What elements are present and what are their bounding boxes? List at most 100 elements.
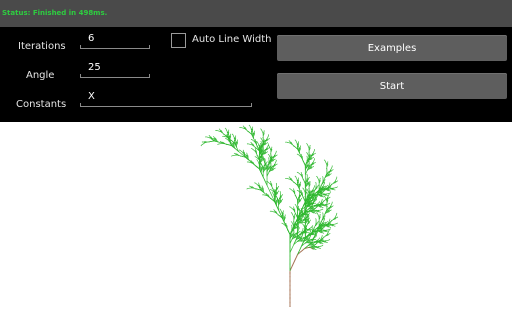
plant-branch-segment [254, 165, 255, 166]
plant-branch-segment [312, 243, 313, 244]
plant-branch-segment [221, 142, 222, 143]
angle-input[interactable]: 25 [80, 60, 150, 78]
plant-branch-segment [239, 151, 240, 152]
plant-branch-segment [303, 244, 304, 245]
plant-branch-segment [299, 235, 300, 236]
angle-label: Angle [26, 70, 54, 81]
plant-branch-segment [252, 140, 253, 141]
plant-branch-segment [275, 156, 276, 157]
plant-trunk-segment [299, 252, 300, 253]
plant-branch-segment [328, 235, 329, 236]
status-text: Status: Finished in 498ms. [2, 9, 107, 17]
plant-branch-segment [242, 154, 243, 155]
plant-branch-segment [307, 246, 308, 247]
plant-branch-segment [247, 130, 248, 131]
plant-branch-segment [322, 239, 323, 240]
plant-branch-segment [267, 152, 268, 153]
auto-line-width-checkbox[interactable] [171, 33, 186, 48]
plant-branch-segment [331, 221, 332, 222]
plant-branch-segment [262, 159, 263, 160]
plant-branch-segment [326, 231, 327, 232]
plant-branch-segment [267, 182, 268, 183]
plant-branch-segment [325, 236, 326, 237]
plant-branch-segment [328, 211, 329, 212]
plant-branch-segment [275, 165, 276, 166]
plant-branch-segment [243, 155, 244, 156]
plant-branch-segment [329, 211, 330, 212]
plant-branch-segment [323, 237, 324, 238]
plant-branch-segment [308, 240, 309, 241]
plant-branch-segment [299, 231, 300, 232]
plant-branch-segment [203, 143, 204, 144]
plant-trunk-segment [303, 249, 304, 250]
plant-branch-segment [257, 167, 258, 168]
plant-branch-segment [235, 153, 236, 154]
plant-branch-segment [266, 162, 267, 163]
plant-branch-segment [317, 204, 318, 205]
plant-branch-segment [239, 152, 240, 153]
plant-branch-segment [313, 207, 314, 208]
plant-branch-segment [265, 153, 266, 154]
plant-branch-segment [296, 242, 297, 243]
plant-branch-segment [296, 237, 297, 238]
plant-trunk-segment [301, 251, 302, 252]
plant-branch-segment [280, 209, 281, 210]
plant-branch-segment [313, 243, 314, 244]
plant-branch-segment [319, 243, 320, 244]
plant-branch-segment [269, 197, 270, 198]
plant-branch-segment [309, 244, 310, 245]
plant-branch-segment [319, 211, 320, 212]
plant-branch-segment [256, 157, 257, 158]
plant-branch-segment [252, 149, 253, 150]
plant-branch-segment [316, 207, 317, 208]
plant-branch-segment [325, 222, 326, 223]
plant-branch-segment [264, 150, 265, 151]
plant-branch-segment [324, 196, 325, 197]
examples-button[interactable]: Examples [277, 35, 507, 61]
constants-input[interactable]: X [80, 89, 252, 107]
plant-branch-segment [236, 149, 237, 150]
plant-branch-segment [289, 177, 290, 178]
plant-branch-segment [301, 239, 302, 240]
plant-branch-segment [311, 206, 312, 207]
plant-branch-segment [300, 194, 301, 195]
start-button-label: Start [380, 81, 404, 92]
plant-branch-segment [307, 209, 308, 210]
plant-branch-segment [247, 189, 248, 190]
plant-branch-segment [322, 209, 323, 210]
drawing-canvas [0, 122, 512, 307]
iterations-input[interactable]: 6 [80, 31, 150, 49]
plant-branch-segment [329, 233, 330, 234]
plant-branch-segment [256, 148, 257, 149]
plant-branch-segment [241, 151, 242, 152]
plant-branch-segment [319, 248, 320, 249]
auto-line-width-label[interactable]: Auto Line Width [192, 34, 271, 45]
plant-branch-segment [321, 207, 322, 208]
plant-branch-segment [291, 222, 292, 223]
plant-branch-segment [235, 149, 236, 150]
plant-branch-segment [272, 200, 273, 201]
plant-branch-segment [300, 199, 301, 200]
plant-branch-segment [281, 200, 282, 201]
plant-branch-segment [317, 222, 318, 223]
plant-branch-segment [321, 243, 322, 244]
plant-branch-segment [212, 139, 213, 140]
start-button[interactable]: Start [277, 73, 507, 99]
plant-branch-segment [275, 159, 276, 160]
plant-branch-segment [254, 150, 255, 151]
plant-branch-segment [306, 242, 307, 243]
plant-branch-segment [329, 197, 330, 198]
plant-branch-segment [202, 144, 203, 145]
plant-branch-segment [327, 226, 328, 227]
plant-branch-segment [337, 217, 338, 218]
plant-branch-segment [313, 200, 314, 201]
plant-branch-segment [332, 206, 333, 207]
plant-branch-segment [328, 208, 329, 209]
plant-branch-segment [312, 212, 313, 213]
plant-branch-segment [223, 133, 224, 134]
plant-branch-segment [231, 143, 232, 144]
plant-branch-segment [217, 141, 218, 142]
angle-value: 25 [88, 62, 101, 73]
plant-branch-segment [261, 187, 262, 188]
plant-branch-segment [310, 228, 311, 229]
